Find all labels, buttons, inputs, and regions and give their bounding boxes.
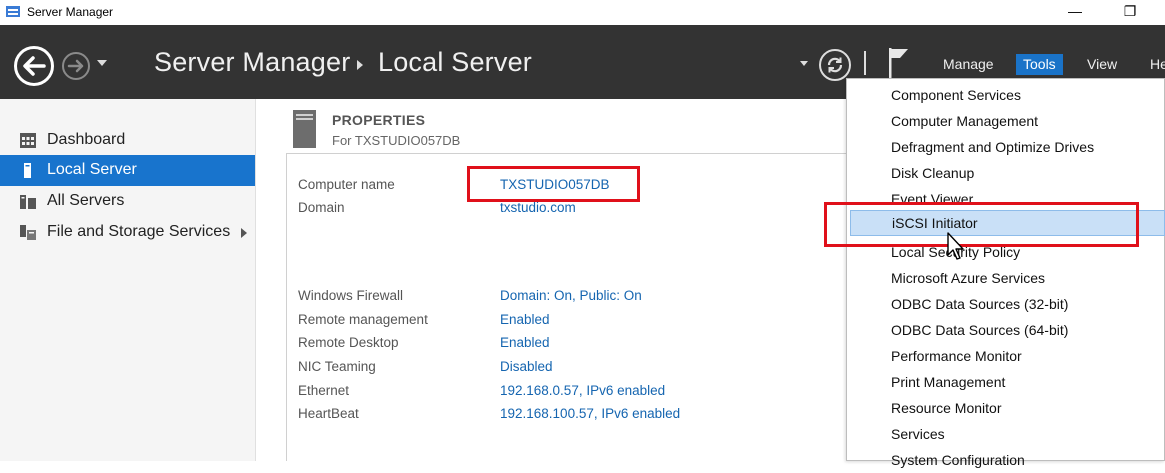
server-icon xyxy=(24,163,31,178)
forward-button[interactable] xyxy=(62,52,90,80)
restore-button[interactable]: ❐ xyxy=(1115,1,1145,23)
tools-menu-item[interactable]: Defragment and Optimize Drives xyxy=(847,134,1165,160)
tools-menu-item[interactable]: ODBC Data Sources (32-bit) xyxy=(847,291,1165,317)
storage-icon xyxy=(20,225,36,240)
forward-arrow-icon xyxy=(67,59,84,73)
hand-cursor-icon xyxy=(947,232,964,260)
menu-view[interactable]: View xyxy=(1080,54,1124,75)
sidebar-item-all-servers[interactable]: All Servers xyxy=(0,186,255,217)
property-label: Remote Desktop xyxy=(298,335,399,350)
sidebar-item-label: Local Server xyxy=(47,161,137,178)
tools-menu-item[interactable]: Disk Cleanup xyxy=(847,160,1165,186)
sidebar-item-label: Dashboard xyxy=(47,131,126,148)
ethernet-link[interactable]: 192.168.0.57, IPv6 enabled xyxy=(500,383,665,398)
menu-tools[interactable]: Tools xyxy=(1016,54,1063,75)
property-label: Ethernet xyxy=(298,383,350,398)
sidebar-item-dashboard[interactable]: Dashboard xyxy=(0,125,255,156)
submenu-arrow-icon[interactable] xyxy=(241,228,247,238)
remote-management-link[interactable]: Enabled xyxy=(500,312,550,327)
dashboard-icon xyxy=(20,133,36,148)
property-label: Windows Firewall xyxy=(298,288,404,303)
property-label: Domain xyxy=(298,200,345,215)
firewall-link[interactable]: Domain: On, Public: On xyxy=(500,288,642,303)
refresh-icon xyxy=(827,57,843,73)
notifications-flag-icon[interactable] xyxy=(887,47,911,79)
sidebar-item-label: All Servers xyxy=(47,192,125,209)
window-titlebar: Server Manager — ❐ xyxy=(0,0,1165,25)
tools-menu-item[interactable]: Computer Management xyxy=(847,108,1165,134)
breadcrumb-current: Local Server xyxy=(378,47,532,77)
computer-name-highlight xyxy=(467,166,640,202)
breadcrumb-separator-icon xyxy=(357,60,363,70)
domain-link[interactable]: txstudio.com xyxy=(500,200,576,215)
server-manager-app-icon xyxy=(6,6,20,17)
sidebar: Dashboard Local Server All Servers File … xyxy=(0,99,256,461)
property-label: Computer name xyxy=(298,177,395,192)
menu-help[interactable]: He xyxy=(1143,54,1165,75)
heartbeat-link[interactable]: 192.168.100.57, IPv6 enabled xyxy=(500,406,680,421)
property-label: Remote management xyxy=(298,312,428,327)
sidebar-item-label: File and Storage Services xyxy=(47,223,231,240)
breadcrumb-root[interactable]: Server Manager xyxy=(154,47,350,78)
breadcrumb-dropdown-icon[interactable] xyxy=(800,61,808,66)
property-label: HeartBeat xyxy=(298,406,359,421)
refresh-button[interactable] xyxy=(819,49,851,81)
tools-menu-item[interactable]: Microsoft Azure Services xyxy=(847,265,1165,291)
server-tile-icon xyxy=(293,110,316,148)
properties-title: PROPERTIES xyxy=(332,112,426,128)
history-dropdown-icon[interactable] xyxy=(97,60,107,66)
tools-menu-item[interactable]: ODBC Data Sources (64-bit) xyxy=(847,317,1165,343)
remote-desktop-link[interactable]: Enabled xyxy=(500,335,550,350)
sidebar-item-file-storage[interactable]: File and Storage Services xyxy=(0,217,255,248)
sidebar-item-local-server[interactable]: Local Server xyxy=(0,155,255,186)
header-divider xyxy=(864,51,866,75)
iscsi-initiator-highlight xyxy=(824,202,1139,247)
tools-menu-item[interactable]: Performance Monitor xyxy=(847,343,1165,369)
tools-menu-item[interactable]: Print Management xyxy=(847,369,1165,395)
tools-dropdown-menu: Component Services Computer Management D… xyxy=(846,78,1165,468)
servers-icon xyxy=(20,195,36,209)
properties-subtitle: For TXSTUDIO057DB xyxy=(332,133,461,148)
tools-menu-item[interactable]: Component Services xyxy=(847,82,1165,108)
back-arrow-icon xyxy=(23,56,46,76)
property-label: NIC Teaming xyxy=(298,359,376,374)
nic-teaming-link[interactable]: Disabled xyxy=(500,359,553,374)
tools-menu-item[interactable]: Services xyxy=(847,421,1165,447)
tools-menu-item[interactable]: Resource Monitor xyxy=(847,395,1165,421)
minimize-button[interactable]: — xyxy=(1060,1,1090,23)
window-title: Server Manager xyxy=(27,5,114,19)
menu-manage[interactable]: Manage xyxy=(936,54,1001,75)
tools-menu-item[interactable]: System Configuration xyxy=(847,447,1165,473)
back-button[interactable] xyxy=(14,46,54,86)
